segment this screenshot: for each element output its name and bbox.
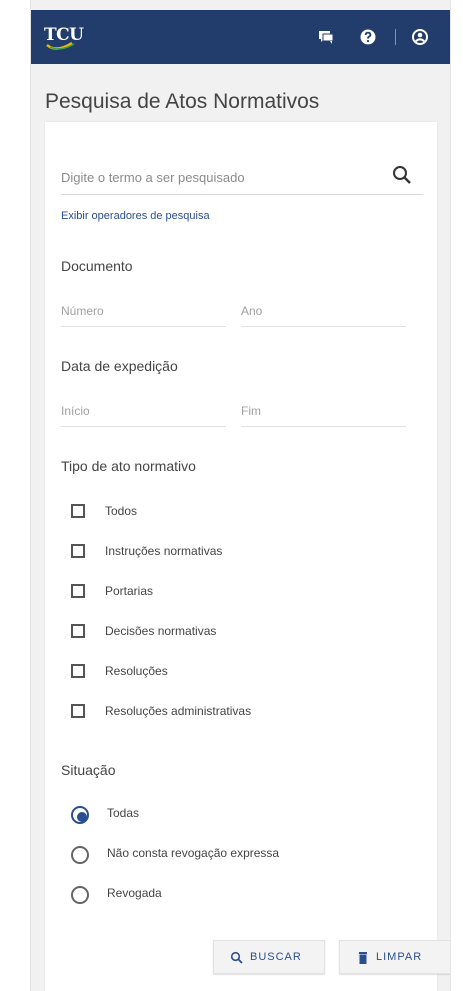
search-input[interactable] [61,162,366,192]
radio-circle[interactable] [71,846,89,864]
chat-icon[interactable] [317,28,335,46]
checkbox-label: Resoluções [105,664,168,678]
checkbox-box[interactable] [71,704,85,718]
radio-label: Revogada [107,886,162,900]
ano-field[interactable] [241,298,406,324]
data-fim-field[interactable] [241,398,406,424]
numero-underline [61,326,226,327]
radio-circle[interactable] [71,886,89,904]
checkbox-label: Instruções normativas [105,544,223,558]
ano-underline [241,326,406,327]
logo-text: TCU [44,25,84,45]
search-underline [61,194,423,195]
checkbox-label: Resoluções administrativas [105,704,252,718]
checkbox-box[interactable] [71,664,85,678]
data-fim-underline [241,426,406,427]
checkbox-box[interactable] [71,624,85,638]
checkbox-label: Decisões normativas [105,624,217,638]
checkbox-box[interactable] [71,544,85,558]
search-icon[interactable] [391,164,413,186]
data-expedicao-label: Data de expedição [61,358,178,374]
search-icon [230,951,243,964]
top-bar: TCU [31,10,450,64]
trash-icon [359,952,367,964]
search-operators-link[interactable]: Exibir operadores de pesquisa [61,210,210,222]
buscar-button[interactable]: BUSCAR [213,940,325,974]
search-form-card: Exibir operadores de pesquisa Documento … [45,122,450,991]
user-icon[interactable] [411,28,429,46]
situacao-label: Situação [61,762,116,778]
page-title: Pesquisa de Atos Normativos [45,90,320,113]
data-inicio-underline [61,426,226,427]
radio-dot [77,812,87,822]
documento-label: Documento [61,258,133,274]
radio-circle-selected[interactable] [71,806,89,824]
limpar-button[interactable]: LIMPAR [339,940,450,974]
radio-label: Todas [107,806,140,820]
checkbox-box[interactable] [71,504,85,518]
checkbox-label: Portarias [105,584,154,598]
numero-field[interactable] [61,298,226,324]
limpar-label: LIMPAR [376,951,423,963]
radio-label: Não consta revogação expressa [107,846,280,860]
checkbox-box[interactable] [71,584,85,598]
buscar-label: BUSCAR [250,951,302,963]
checkbox-label: Todos [105,504,138,518]
app-frame: TCU Pesquisa de Atos Normativos Exib [30,0,451,991]
tcu-logo[interactable]: TCU [44,23,90,51]
toolbar-separator [395,29,396,45]
help-icon[interactable] [359,28,377,46]
data-inicio-field[interactable] [61,398,226,424]
tipo-ato-label: Tipo de ato normativo [61,458,196,474]
